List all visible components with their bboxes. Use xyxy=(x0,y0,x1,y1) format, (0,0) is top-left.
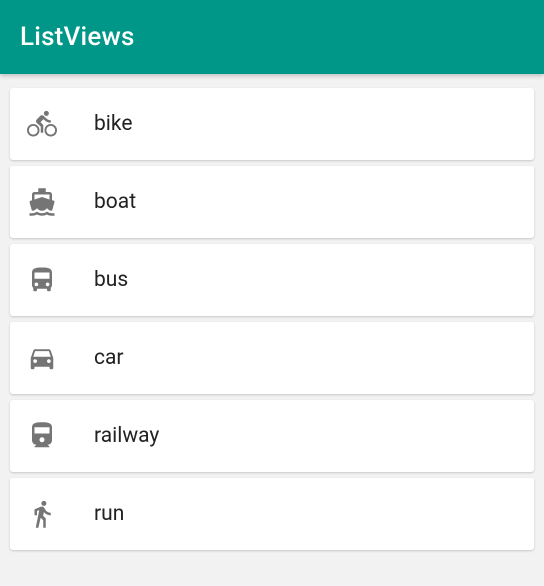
list-item-label: railway xyxy=(94,424,159,448)
car-icon xyxy=(26,342,58,374)
bus-icon xyxy=(26,264,58,296)
run-icon xyxy=(26,498,58,530)
list-container: bike boat bus car railway run xyxy=(0,74,544,564)
list-item-label: bus xyxy=(94,268,128,292)
list-item-run[interactable]: run xyxy=(10,478,534,550)
list-item-label: bike xyxy=(94,112,132,136)
list-item-car[interactable]: car xyxy=(10,322,534,394)
app-title: ListViews xyxy=(20,22,135,52)
app-bar: ListViews xyxy=(0,0,544,74)
bike-icon xyxy=(26,108,58,140)
list-item-label: run xyxy=(94,502,124,526)
railway-icon xyxy=(26,420,58,452)
list-item-bike[interactable]: bike xyxy=(10,88,534,160)
list-item-label: boat xyxy=(94,190,136,214)
list-item-railway[interactable]: railway xyxy=(10,400,534,472)
list-item-bus[interactable]: bus xyxy=(10,244,534,316)
list-item-boat[interactable]: boat xyxy=(10,166,534,238)
boat-icon xyxy=(26,186,58,218)
list-item-label: car xyxy=(94,346,124,370)
